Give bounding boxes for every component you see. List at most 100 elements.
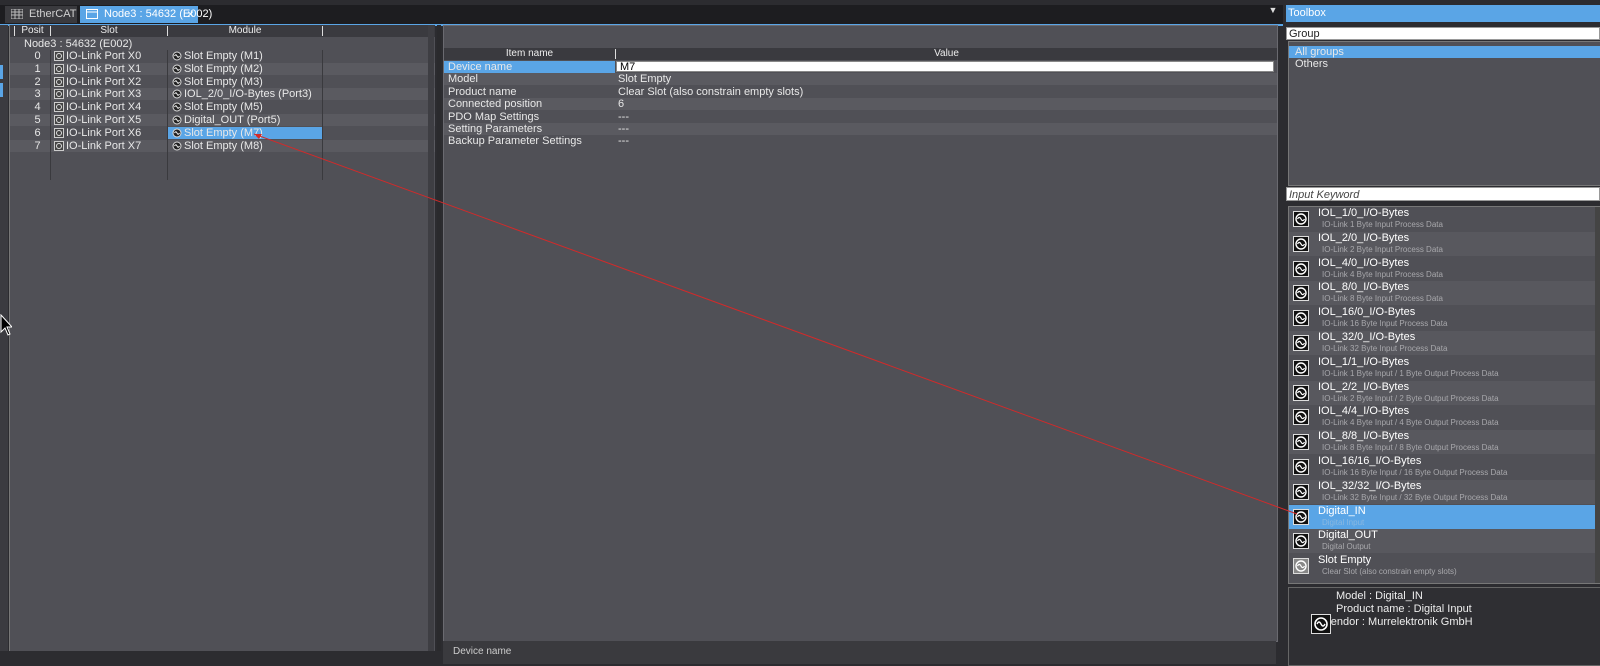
slot-module[interactable]: Slot Empty (M7) (184, 127, 263, 139)
property-row[interactable]: Model Slot Empty (444, 73, 1277, 86)
module-icon (172, 51, 182, 61)
module-icon (1293, 384, 1309, 401)
toolbox-module-item[interactable]: IOL_1/0_I/O-Bytes IO-Link 1 Byte Input Pr… (1289, 207, 1600, 231)
slot-module[interactable]: Slot Empty (M1) (184, 50, 263, 62)
module-name: IOL_1/1_I/O-Bytes (1318, 355, 1410, 368)
slot-row[interactable]: 0 IO-Link Port X0 Slot Empty (M1) (10, 50, 435, 62)
slot-module[interactable]: Slot Empty (M3) (184, 76, 263, 88)
slot-module[interactable]: Slot Empty (M8) (184, 140, 263, 152)
property-value: Clear Slot (also constrain empty slots) (618, 85, 804, 98)
slot-icon (54, 89, 64, 100)
toolbox-module-item[interactable]: IOL_4/0_I/O-Bytes IO-Link 4 Byte Input Pr… (1289, 257, 1600, 281)
property-row[interactable]: PDO Map Settings --- (444, 111, 1277, 123)
slot-module[interactable]: Digital_OUT (Port5) (184, 114, 280, 126)
properties-description-bar: Device name (443, 641, 1276, 664)
property-value: Slot Empty (618, 73, 672, 86)
toolbox-module-item[interactable]: IOL_8/0_I/O-Bytes IO-Link 8 Byte Input Pr… (1289, 281, 1600, 306)
module-icon (1293, 211, 1309, 227)
column-module[interactable]: Module (168, 25, 322, 37)
slot-row[interactable]: 1 IO-Link Port X1 Slot Empty (M2) (10, 62, 435, 75)
tab-ethercat[interactable]: EtherCAT (5, 6, 77, 23)
module-icon (1293, 483, 1309, 500)
module-name: IOL_4/0_I/O-Bytes (1318, 256, 1410, 269)
group-others[interactable]: Others (1289, 58, 1600, 70)
properties-header: Item name Value (444, 48, 1277, 60)
module-name: IOL_32/32_I/O-Bytes (1318, 479, 1422, 492)
module-icon (1293, 409, 1309, 426)
toolbox-module-item[interactable]: IOL_16/16_I/O-Bytes IO-Link 16 Byte Input… (1289, 455, 1600, 479)
module-icon (1311, 614, 1331, 634)
toolbox-module-item[interactable]: IOL_4/4_I/O-Bytes IO-Link 4 Byte Input / … (1289, 405, 1600, 429)
module-icon (172, 77, 182, 87)
group-all-groups[interactable]: All groups (1289, 46, 1600, 58)
module-icon (1293, 335, 1309, 351)
module-list-scrollbar[interactable] (1595, 207, 1600, 583)
column-item-name[interactable]: Item name (444, 48, 615, 60)
column-value[interactable]: Value (616, 48, 1277, 60)
module-icon (1293, 235, 1309, 252)
slot-name: IO-Link Port X7 (66, 139, 142, 152)
module-name: IOL_8/8_I/O-Bytes (1318, 430, 1410, 443)
toolbox-module-item[interactable]: IOL_32/32_I/O-Bytes IO-Link 32 Byte Input… (1289, 479, 1600, 504)
tab-node3[interactable]: Node3 : 54632 (E002) × (80, 6, 212, 23)
toolbox-module-item[interactable]: IOL_2/2_I/O-Bytes IO-Link 2 Byte Input / … (1289, 380, 1600, 405)
tab-node3-label: Node3 : 54632 (E002) (104, 8, 213, 20)
panel-splitter[interactable] (437, 25, 441, 651)
slot-name: IO-Link Port X4 (66, 101, 142, 114)
slot-row[interactable]: 4 IO-Link Port X4 Slot Empty (M5) (10, 101, 435, 113)
toolbox-module-item[interactable]: IOL_32/0_I/O-Bytes IO-Link 32 Byte Input … (1289, 331, 1600, 355)
close-tab-icon[interactable]: × (187, 6, 194, 23)
toolbox-module-item[interactable]: IOL_2/0_I/O-Bytes IO-Link 2 Byte Input Pr… (1289, 231, 1600, 256)
property-name: Connected position (448, 98, 543, 111)
toolbox-module-item[interactable]: IOL_1/1_I/O-Bytes IO-Link 1 Byte Input / … (1289, 356, 1600, 380)
slot-row[interactable]: 2 IO-Link Port X2 Slot Empty (M3) (10, 76, 435, 88)
property-value: --- (618, 110, 629, 123)
property-row[interactable]: Product name Clear Slot (also constrain e… (444, 86, 1277, 98)
column-slot[interactable]: Slot (51, 25, 167, 37)
module-icon (1293, 434, 1309, 451)
slot-row[interactable]: 6 IO-Link Port X6 Slot Empty (M7) (10, 126, 435, 139)
slot-icon (54, 76, 64, 87)
info-product-name: Product name : Digital Input (1336, 603, 1472, 615)
column-position[interactable]: Posit (15, 25, 50, 37)
module-name: IOL_16/0_I/O-Bytes (1318, 306, 1416, 319)
property-row[interactable]: Connected position 6 (444, 98, 1277, 111)
slot-name: IO-Link Port X1 (66, 62, 142, 75)
toolbox-module-item[interactable]: IOL_8/8_I/O-Bytes IO-Link 8 Byte Input / … (1289, 430, 1600, 455)
module-description: IO-Link 32 Byte Input Process Data (1322, 344, 1448, 353)
toolbox-module-item[interactable]: Digital_OUT Digital Output (1289, 529, 1600, 554)
slot-name: IO-Link Port X5 (66, 114, 142, 126)
property-value[interactable]: M7 (620, 61, 635, 73)
slot-icon (54, 102, 64, 113)
property-row[interactable]: Setting Parameters --- (444, 123, 1277, 135)
toolbox-panel: Toolbox Group All groups Others Input Ke… (1286, 5, 1600, 666)
keyword-search-input[interactable]: Input Keyword (1286, 187, 1600, 201)
info-model: Model : Digital_IN (1336, 590, 1423, 602)
slot-name: IO-Link Port X6 (66, 126, 142, 139)
toolbox-module-item[interactable]: Slot Empty Clear Slot (also constrain emp… (1289, 554, 1600, 578)
toolbox-module-item[interactable]: IOL_16/0_I/O-Bytes IO-Link 16 Byte Input … (1289, 306, 1600, 330)
module-icon (1293, 558, 1309, 575)
module-icon (1293, 260, 1309, 277)
module-name: IOL_2/0_I/O-Bytes (1318, 231, 1410, 244)
slot-name: IO-Link Port X2 (66, 75, 142, 88)
module-icon (1293, 359, 1309, 376)
vertical-scrollbar[interactable] (428, 25, 434, 651)
slot-module[interactable]: IOL_2/0_I/O-Bytes (Port3) (184, 88, 312, 100)
property-row[interactable]: Backup Parameter Settings --- (444, 135, 1277, 147)
slot-module[interactable]: Slot Empty (M5) (184, 101, 263, 113)
module-name: Slot Empty (1318, 554, 1372, 567)
toolbox-module-item[interactable]: Digital_IN Digital Input (1289, 504, 1600, 529)
property-value: 6 (618, 98, 625, 111)
module-icon (172, 128, 182, 138)
property-row[interactable]: Device name M7 (444, 61, 1277, 73)
slot-row[interactable]: 5 IO-Link Port X5 Digital_OUT (Port5) (10, 114, 435, 126)
module-description: IO-Link 4 Byte Input / 4 Byte Output Pro… (1322, 418, 1499, 428)
device-name-input[interactable] (616, 61, 1274, 72)
module-name: Digital_OUT (1318, 529, 1378, 542)
module-description: IO-Link 16 Byte Input / 16 Byte Output P… (1322, 468, 1508, 477)
slot-row[interactable]: 7 IO-Link Port X7 Slot Empty (M8) (10, 139, 435, 152)
dropdown-arrow-icon[interactable]: ▼ (1267, 4, 1279, 16)
slot-module[interactable]: Slot Empty (M2) (184, 63, 263, 75)
slot-row[interactable]: 3 IO-Link Port X3 IOL_2/0_I/O-Bytes (Port3… (10, 88, 435, 101)
